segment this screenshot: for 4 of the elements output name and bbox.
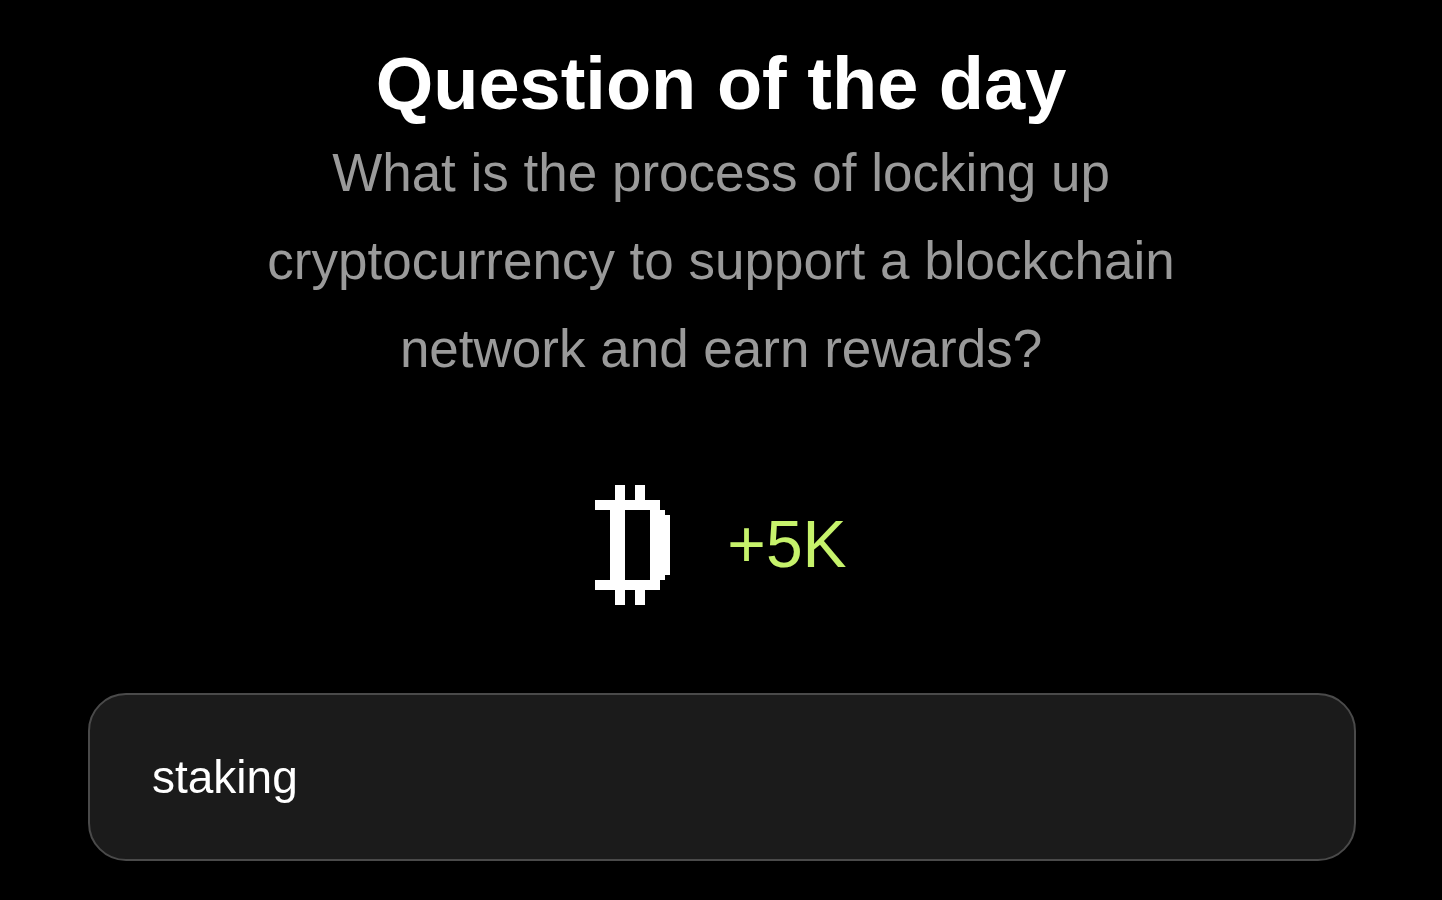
reward-amount: +5K: [727, 506, 847, 584]
question-text: What is the process of locking up cryptocurrency to support a blockchain network and earn rewards?: [266, 141, 1176, 380]
answer-field[interactable]: staking: [88, 692, 1356, 861]
heading: Question of the day: [374, 41, 1068, 127]
